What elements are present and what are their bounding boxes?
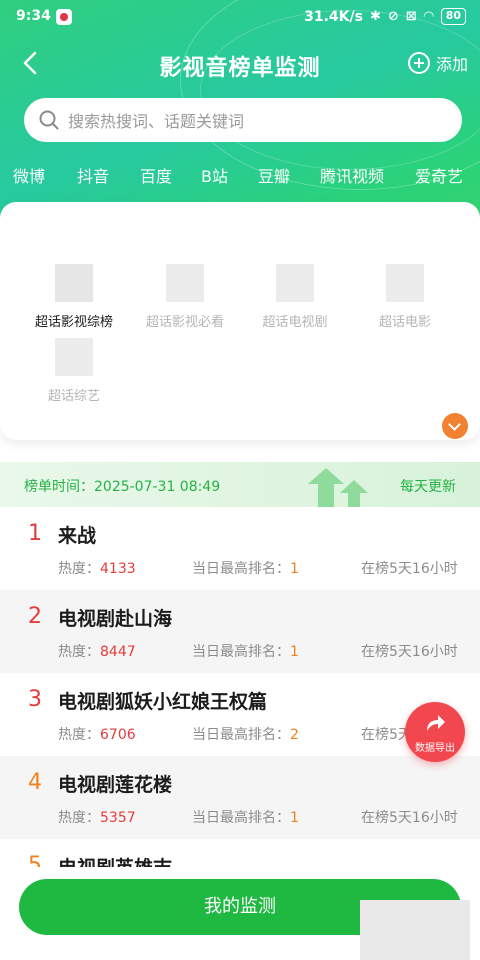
status-time: 9:34: [16, 8, 51, 24]
rank-tab-film-tv-overall[interactable]: 超话影视综榜: [19, 264, 129, 330]
tab-baidu[interactable]: 百度: [140, 163, 172, 187]
rank-time-bar: 榜单时间：2025-07-31 08:49 每天更新: [0, 462, 480, 507]
top-rank-info: 当日最高排名：1: [192, 641, 299, 661]
topic-name: 电视剧莲花楼: [58, 774, 173, 796]
heat-label: 热度：: [58, 644, 100, 660]
top-rank-value: 1: [290, 644, 299, 660]
export-data-button[interactable]: 数据导出: [405, 702, 465, 762]
topic-name: 电视剧赴山海: [58, 608, 173, 630]
top-bar: 影视音榜单监测 添加: [0, 38, 480, 88]
heat-value: 8447: [100, 644, 136, 660]
rank-tab-label: 超话电视剧: [262, 315, 328, 330]
on-list-duration: 在榜5天16小时: [361, 644, 458, 660]
rank-tab-label: 超话影视必看: [145, 315, 224, 330]
rank-tab-thumbnail: [386, 264, 424, 302]
rank-tab-thumbnail: [276, 264, 314, 302]
export-label: 数据导出: [415, 743, 455, 754]
ranking-list: 1 来战 热度：4133 当日最高排名：1 在榜5天16小时 2 电视剧赴山海 …: [0, 507, 480, 867]
tab-tencent-video[interactable]: 腾讯视频: [320, 163, 384, 187]
rank-number: 3: [28, 687, 42, 712]
rank-time-value: 2025-07-31 08:49: [94, 479, 221, 495]
heat-info: 热度：8447: [58, 641, 136, 661]
mute-icon: ⊘: [387, 9, 399, 24]
rank-time-label: 榜单时间：: [24, 479, 94, 495]
battery-icon: 80: [440, 8, 466, 25]
rank-tab-label: 超话电影: [378, 315, 431, 330]
top-rank-label: 当日最高排名：: [192, 810, 290, 826]
share-arrow-icon: [427, 715, 445, 731]
on-list-duration: 在榜5天16小时: [361, 561, 458, 577]
topic-name: 电视剧英雄志: [58, 853, 172, 867]
tab-iqiyi[interactable]: 爱奇艺: [415, 163, 463, 187]
heat-value: 6706: [100, 727, 136, 743]
rank-number: 2: [28, 604, 42, 629]
top-rank-value: 1: [290, 810, 299, 826]
rank-tab-movie[interactable]: 超话电影: [350, 264, 460, 330]
top-rank-info: 当日最高排名：2: [192, 724, 299, 744]
update-frequency: 每天更新: [400, 479, 456, 495]
rank-tab-label: 超话影视综榜: [34, 315, 113, 330]
trend-up-arrows-icon: [308, 468, 368, 507]
heat-value: 5357: [100, 810, 136, 826]
top-rank-value: 1: [290, 561, 299, 577]
corner-overlay: [360, 900, 470, 960]
platform-tabs: 微博 抖音 百度 B站 豆瓣 腾讯视频 爱奇艺: [0, 160, 480, 190]
rank-number: 1: [28, 521, 42, 546]
tab-weibo[interactable]: 微博: [13, 163, 45, 187]
rank-tab-thumbnail: [55, 338, 93, 376]
rank-tab-must-watch[interactable]: 超话影视必看: [130, 264, 240, 330]
top-rank-info: 当日最高排名：1: [192, 558, 299, 578]
heat-info: 热度：5357: [58, 807, 136, 827]
rank-tab-variety[interactable]: 超话综艺: [19, 338, 129, 404]
rank-number: 4: [28, 770, 42, 795]
plus-circle-icon: [407, 52, 430, 74]
rank-time: 榜单时间：2025-07-31 08:49: [24, 476, 220, 496]
sim-icon: ⊠: [405, 9, 417, 24]
bluetooth-icon: ✱: [369, 9, 381, 24]
decorative-wave: [200, 10, 480, 170]
rank-tab-tv-drama[interactable]: 超话电视剧: [240, 264, 350, 330]
add-button-label: 添加: [435, 55, 468, 74]
search-input[interactable]: 搜索热搜词、话题关键词: [24, 98, 462, 142]
heat-value: 4133: [100, 561, 136, 577]
top-rank-label: 当日最高排名：: [192, 561, 290, 577]
ranking-row[interactable]: 5 电视剧英雄志: [0, 839, 480, 867]
heat-label: 热度：: [58, 810, 100, 826]
rank-type-card: 超话影视综榜 超话影视必看 超话电视剧 超话电影 超话综艺: [0, 202, 480, 440]
heat-info: 热度：6706: [58, 724, 136, 744]
collapse-chevron-icon[interactable]: [442, 413, 468, 439]
ranking-row[interactable]: 2 电视剧赴山海 热度：8447 当日最高排名：1 在榜5天16小时: [0, 590, 480, 673]
top-rank-label: 当日最高排名：: [192, 727, 290, 743]
ranking-row[interactable]: 1 来战 热度：4133 当日最高排名：1 在榜5天16小时: [0, 507, 480, 590]
rank-tab-label: 超话综艺: [47, 389, 100, 404]
on-list-duration: 在榜5天16小时: [361, 810, 458, 826]
search-icon: [39, 110, 59, 130]
top-rank-label: 当日最高排名：: [192, 644, 290, 660]
search-placeholder: 搜索热搜词、话题关键词: [68, 112, 245, 131]
topic-name: 来战: [58, 525, 97, 547]
ranking-row[interactable]: 4 电视剧莲花楼 热度：5357 当日最高排名：1 在榜5天16小时: [0, 756, 480, 839]
rank-tab-thumbnail: [55, 264, 93, 302]
tab-douban[interactable]: 豆瓣: [258, 163, 290, 187]
tab-bilibili[interactable]: B站: [201, 163, 228, 187]
rank-number: 5: [28, 853, 42, 867]
heat-info: 热度：4133: [58, 558, 136, 578]
heat-label: 热度：: [58, 561, 100, 577]
app-notification-icon: [56, 9, 72, 25]
rank-tab-thumbnail: [166, 264, 204, 302]
tab-douyin[interactable]: 抖音: [77, 163, 109, 187]
add-button[interactable]: 添加: [407, 51, 468, 75]
heat-label: 热度：: [58, 727, 100, 743]
top-rank-value: 2: [290, 727, 299, 743]
network-speed: 31.4K/s: [304, 8, 363, 25]
status-bar: 9:34 31.4K/s ✱ ⊘ ⊠ ◠ 80: [0, 0, 480, 34]
wifi-icon: ◠: [423, 9, 434, 24]
top-rank-info: 当日最高排名：1: [192, 807, 299, 827]
topic-name: 电视剧狐妖小红娘王权篇: [58, 691, 268, 713]
